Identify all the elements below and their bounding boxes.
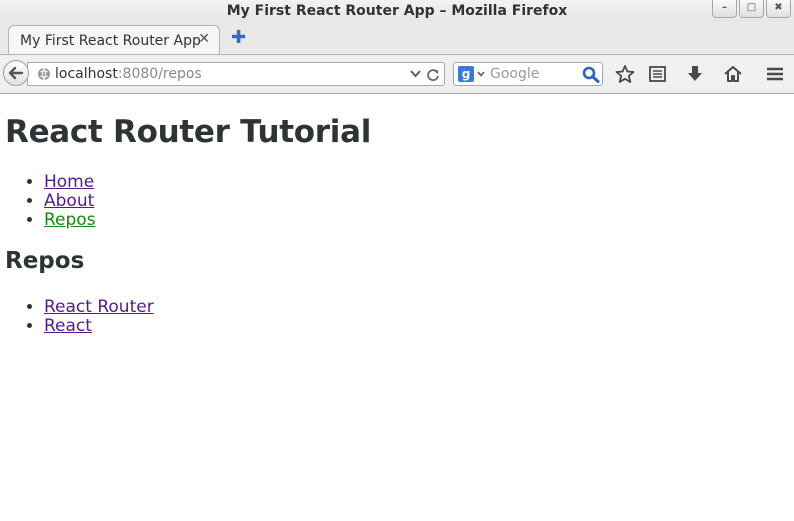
back-arrow-icon xyxy=(8,66,24,80)
home-link[interactable]: Home xyxy=(44,172,94,192)
navigation-toolbar: localhost:8080/repos g Google xyxy=(0,55,794,94)
url-host: localhost xyxy=(55,66,118,82)
page-title: React Router Tutorial xyxy=(5,114,372,150)
list-item: Home xyxy=(44,173,96,192)
tab-close-icon[interactable]: ✕ xyxy=(198,31,210,47)
list-item: About xyxy=(44,192,96,211)
list-item: Repos xyxy=(44,211,96,230)
globe-icon xyxy=(38,67,50,81)
section-title: Repos xyxy=(5,248,85,274)
address-bar[interactable]: localhost:8080/repos xyxy=(27,62,445,86)
new-tab-icon[interactable]: ✚ xyxy=(231,27,246,48)
bookmark-star-icon[interactable] xyxy=(615,65,635,83)
repo-link-react-router[interactable]: React Router xyxy=(44,297,154,317)
chevron-down-icon[interactable] xyxy=(410,70,421,78)
window-controls: – □ ✖ xyxy=(712,0,791,18)
window-title: My First React Router App – Mozilla Fire… xyxy=(226,3,568,19)
search-go-icon[interactable] xyxy=(582,66,600,83)
download-icon[interactable] xyxy=(685,65,705,83)
list-item: React xyxy=(44,317,154,336)
list-item: React Router xyxy=(44,298,154,317)
search-input[interactable]: Google xyxy=(490,66,539,82)
reload-icon[interactable] xyxy=(426,68,440,82)
engine-chevron-down-icon[interactable] xyxy=(477,71,485,77)
repo-links: React Router React xyxy=(5,298,154,336)
search-engine-icon[interactable]: g xyxy=(458,66,474,82)
window-title-bar: My First React Router App – Mozilla Fire… xyxy=(0,0,794,22)
home-icon[interactable] xyxy=(723,65,743,83)
tab-active[interactable]: My First React Router App ✕ xyxy=(8,25,220,54)
close-window-button[interactable]: ✖ xyxy=(766,0,791,18)
url-path: :8080/repos xyxy=(117,66,202,82)
minimize-button[interactable]: – xyxy=(712,0,737,18)
back-button[interactable] xyxy=(3,60,29,86)
about-link[interactable]: About xyxy=(44,191,94,211)
url-text[interactable]: localhost:8080/repos xyxy=(55,66,202,82)
search-bar[interactable]: g Google xyxy=(453,62,603,86)
menu-icon[interactable] xyxy=(765,65,785,83)
repo-link-react[interactable]: React xyxy=(44,316,92,336)
nav-links: Home About Repos xyxy=(5,173,96,230)
repos-link[interactable]: Repos xyxy=(44,210,96,230)
tab-strip: My First React Router App ✕ ✚ xyxy=(0,22,794,55)
tab-title: My First React Router App xyxy=(20,33,201,49)
maximize-button[interactable]: □ xyxy=(739,0,764,18)
reading-list-icon[interactable] xyxy=(648,65,668,83)
